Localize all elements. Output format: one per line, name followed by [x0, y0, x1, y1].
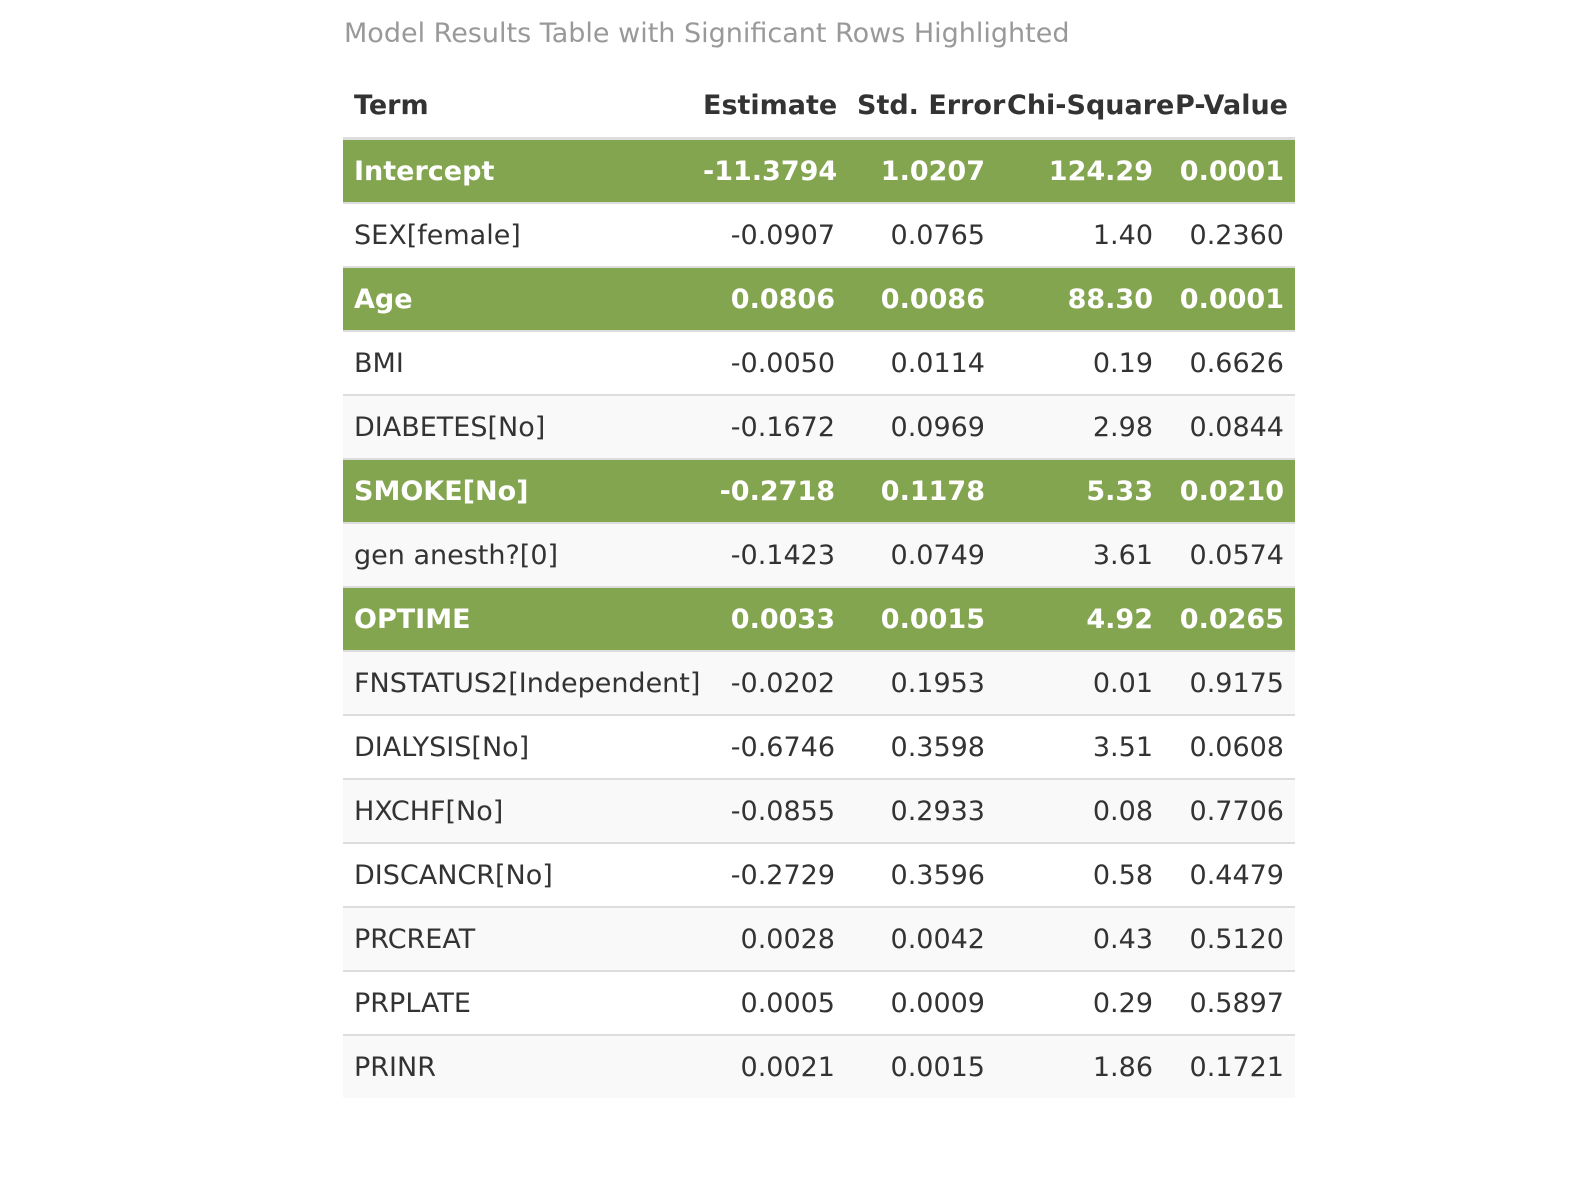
cell-term: SMOKE[No]: [343, 458, 692, 523]
cell-term: OPTIME: [343, 586, 692, 651]
cell-p-value: 0.0001: [1164, 137, 1295, 203]
cell-estimate: 0.0806: [692, 266, 846, 331]
table-row: PRCREAT 0.0028 0.0042 0.43 0.5120: [343, 906, 1295, 971]
cell-chi-square: 3.61: [996, 522, 1164, 587]
cell-p-value: 0.0574: [1164, 522, 1295, 587]
cell-estimate: 0.0021: [692, 1034, 846, 1098]
cell-std-error: 1.0207: [846, 137, 996, 203]
table-row: HXCHF[No] -0.0855 0.2933 0.08 0.7706: [343, 778, 1295, 843]
cell-term: PRCREAT: [343, 906, 692, 971]
cell-term: PRINR: [343, 1034, 692, 1098]
table-row: PRINR 0.0021 0.0015 1.86 0.1721: [343, 1034, 1295, 1098]
cell-std-error: 0.0749: [846, 522, 996, 587]
header-estimate: Estimate: [692, 74, 846, 140]
cell-std-error: 0.0042: [846, 906, 996, 971]
table-row-significant: SMOKE[No] -0.2718 0.1178 5.33 0.0210: [343, 458, 1295, 523]
table-row: DIALYSIS[No] -0.6746 0.3598 3.51 0.0608: [343, 714, 1295, 779]
cell-chi-square: 0.19: [996, 330, 1164, 395]
cell-estimate: -0.6746: [692, 714, 846, 779]
cell-term: DIALYSIS[No]: [343, 714, 692, 779]
cell-p-value: 0.4479: [1164, 842, 1295, 907]
cell-estimate: 0.0005: [692, 970, 846, 1035]
cell-p-value: 0.5120: [1164, 906, 1295, 971]
cell-estimate: -0.0855: [692, 778, 846, 843]
cell-p-value: 0.6626: [1164, 330, 1295, 395]
table-row-significant: OPTIME 0.0033 0.0015 4.92 0.0265: [343, 586, 1295, 651]
cell-p-value: 0.0265: [1164, 586, 1295, 651]
cell-p-value: 0.0844: [1164, 394, 1295, 459]
cell-std-error: 0.0015: [846, 1034, 996, 1098]
table-row: DISCANCR[No] -0.2729 0.3596 0.58 0.4479: [343, 842, 1295, 907]
header-row: Term Estimate Std. Error Chi-Square P-Va…: [343, 74, 1295, 140]
cell-p-value: 0.0608: [1164, 714, 1295, 779]
cell-term: Age: [343, 266, 692, 331]
cell-term: Intercept: [343, 137, 692, 203]
cell-std-error: 0.3598: [846, 714, 996, 779]
table-row: SEX[female] -0.0907 0.0765 1.40 0.2360: [343, 202, 1295, 267]
cell-chi-square: 2.98: [996, 394, 1164, 459]
cell-term: DISCANCR[No]: [343, 842, 692, 907]
cell-p-value: 0.0210: [1164, 458, 1295, 523]
cell-chi-square: 0.08: [996, 778, 1164, 843]
cell-estimate: -0.1672: [692, 394, 846, 459]
table-body: Intercept -11.3794 1.0207 124.29 0.0001 SEX[f…: [343, 137, 1295, 1098]
cell-p-value: 0.1721: [1164, 1034, 1295, 1098]
cell-chi-square: 5.33: [996, 458, 1164, 523]
cell-term: SEX[female]: [343, 202, 692, 267]
table-row: FNSTATUS2[Independent] -0.0202 0.1953 0.01 0…: [343, 650, 1295, 715]
cell-std-error: 0.0114: [846, 330, 996, 395]
cell-chi-square: 4.92: [996, 586, 1164, 651]
cell-p-value: 0.0001: [1164, 266, 1295, 331]
cell-estimate: -0.0202: [692, 650, 846, 715]
cell-term: FNSTATUS2[Independent]: [343, 650, 700, 715]
cell-estimate: -0.0050: [692, 330, 846, 395]
cell-term: PRPLATE: [343, 970, 692, 1035]
cell-std-error: 0.0969: [846, 394, 996, 459]
cell-p-value: 0.7706: [1164, 778, 1295, 843]
cell-std-error: 0.0015: [846, 586, 996, 651]
table-row: PRPLATE 0.0005 0.0009 0.29 0.5897: [343, 970, 1295, 1035]
cell-term: HXCHF[No]: [343, 778, 692, 843]
table-row: DIABETES[No] -0.1672 0.0969 2.98 0.0844: [343, 394, 1295, 459]
table-row: gen anesth?[0] -0.1423 0.0749 3.61 0.0574: [343, 522, 1295, 587]
cell-std-error: 0.0765: [846, 202, 996, 267]
cell-estimate: 0.0028: [692, 906, 846, 971]
cell-chi-square: 3.51: [996, 714, 1164, 779]
table-row-significant: Intercept -11.3794 1.0207 124.29 0.0001: [343, 137, 1295, 203]
cell-std-error: 0.2933: [846, 778, 996, 843]
cell-std-error: 0.1178: [846, 458, 996, 523]
cell-std-error: 0.0009: [846, 970, 996, 1035]
cell-std-error: 0.1953: [846, 650, 996, 715]
cell-chi-square: 1.40: [996, 202, 1164, 267]
cell-estimate: -11.3794: [692, 137, 846, 203]
header-term: Term: [343, 74, 692, 140]
table-row-significant: Age 0.0806 0.0086 88.30 0.0001: [343, 266, 1295, 331]
cell-estimate: -0.0907: [692, 202, 846, 267]
cell-std-error: 0.0086: [846, 266, 996, 331]
cell-estimate: -0.2729: [692, 842, 846, 907]
cell-p-value: 0.5897: [1164, 970, 1295, 1035]
cell-term: gen anesth?[0]: [343, 522, 692, 587]
cell-chi-square: 1.86: [996, 1034, 1164, 1098]
cell-chi-square: 0.58: [996, 842, 1164, 907]
header-p-value: P-Value: [1164, 74, 1295, 140]
cell-term: DIABETES[No]: [343, 394, 692, 459]
cell-chi-square: 0.29: [996, 970, 1164, 1035]
cell-chi-square: 0.43: [996, 906, 1164, 971]
header-std-error: Std. Error: [846, 74, 1005, 140]
cell-p-value: 0.9175: [1164, 650, 1295, 715]
cell-std-error: 0.3596: [846, 842, 996, 907]
table-row: BMI -0.0050 0.0114 0.19 0.6626: [343, 330, 1295, 395]
cell-chi-square: 0.01: [996, 650, 1164, 715]
cell-chi-square: 88.30: [996, 266, 1164, 331]
model-results-table: Term Estimate Std. Error Chi-Square P-Va…: [343, 74, 1295, 1098]
cell-estimate: -0.2718: [692, 458, 846, 523]
table-caption: Model Results Table with Significant Row…: [344, 18, 1070, 49]
cell-estimate: -0.1423: [692, 522, 846, 587]
header-chi-square: Chi-Square: [996, 74, 1174, 140]
cell-term: BMI: [343, 330, 692, 395]
cell-chi-square: 124.29: [996, 137, 1164, 203]
cell-p-value: 0.2360: [1164, 202, 1295, 267]
cell-estimate: 0.0033: [692, 586, 846, 651]
